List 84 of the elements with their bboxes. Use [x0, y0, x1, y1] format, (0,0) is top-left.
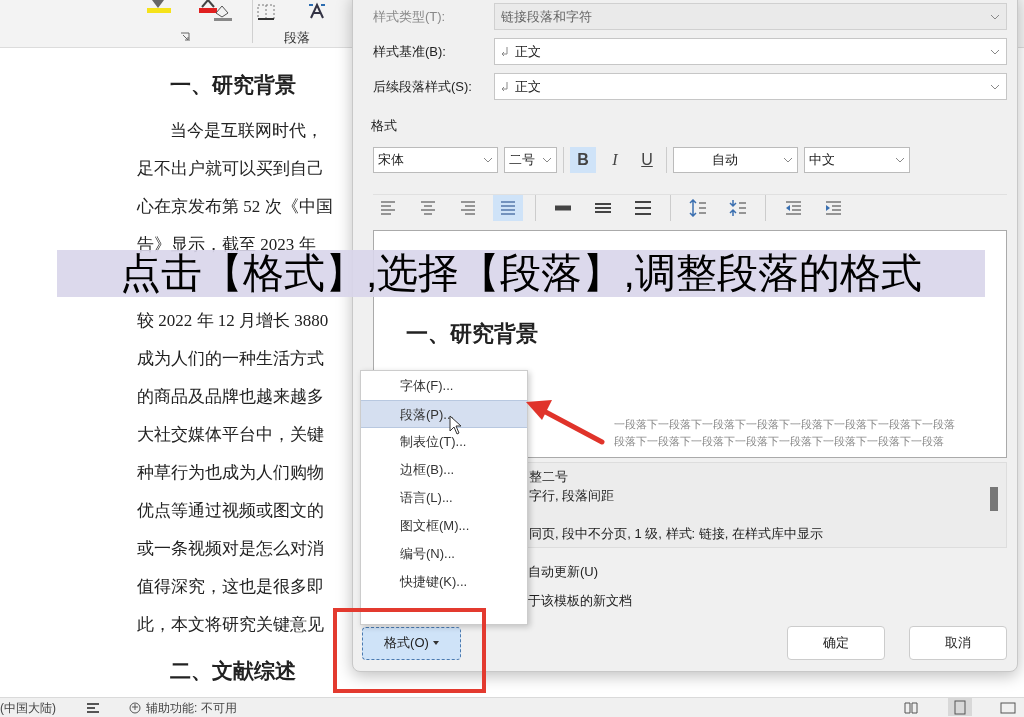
preview-sample-text: 段落下一段落下一段落下一段落下一段落下一段落下一段落下一段落	[614, 433, 945, 449]
style-description-text: 同页, 段中不分页, 1 级, 样式: 链接, 在样式库中显示	[529, 524, 823, 543]
section-heading: 二、文献综述	[169, 658, 297, 685]
body-text-line: 心在京发布第 52 次《中国	[137, 196, 333, 218]
text-direction-icon[interactable]	[306, 2, 328, 20]
web-layout-icon[interactable]	[1000, 702, 1016, 714]
chevron-icon	[895, 156, 905, 163]
style-description-text: 整二号	[529, 467, 569, 486]
section-label: 格式	[371, 117, 397, 135]
menu-item[interactable]: 字体(F)...	[361, 372, 527, 400]
font-color-icon[interactable]	[198, 0, 218, 14]
ribbon-group-label: 段落	[284, 29, 310, 47]
body-text-line: 值得深究，这也是很多即	[137, 576, 325, 598]
body-text-line: 此，本文将研究关键意见	[137, 614, 325, 636]
dialog-launcher-icon[interactable]	[180, 32, 190, 42]
paragraph-mark-icon	[501, 81, 509, 92]
align-left-icon	[379, 199, 397, 217]
body-text-line: 的商品及品牌也越来越多	[137, 386, 325, 408]
print-layout-icon[interactable]	[948, 698, 972, 716]
italic-button[interactable]: I	[602, 146, 628, 173]
option-label: 自动更新(U)	[528, 562, 600, 581]
accessibility-icon[interactable]	[128, 700, 142, 715]
chevron-icon	[483, 156, 493, 163]
preview-heading: 一、研究背景	[406, 319, 538, 348]
style-description-text: 字行, 段落间距	[529, 486, 616, 505]
section-heading: 一、研究背景	[169, 72, 297, 99]
justify-icon	[499, 199, 517, 217]
chevron-icon	[990, 83, 1000, 90]
paragraph-mark-icon	[501, 46, 509, 57]
read-mode-icon[interactable]	[904, 702, 918, 714]
chevron-icon	[783, 156, 793, 163]
bold-button[interactable]: B	[570, 146, 596, 173]
font-select[interactable]: 宋体	[373, 146, 498, 173]
decrease-indent-icon	[784, 199, 802, 217]
subtitle-caption: 点击【格式】,选择【段落】,调整段落的格式	[120, 253, 922, 294]
body-text-line: 当今是互联网时代，	[169, 120, 324, 142]
cancel-button[interactable]: 取消	[909, 626, 1007, 660]
style-select[interactable]: 正文	[494, 38, 1007, 65]
decrease-spacing-icon	[729, 199, 747, 217]
script-select[interactable]: 中文	[804, 146, 910, 173]
chevron-icon	[990, 13, 1000, 20]
document-icon[interactable]	[86, 701, 100, 714]
preview-sample-text: 一段落下一段落下一段落下一段落下一段落下一段落下一段落下一段落	[614, 416, 955, 432]
caret-icon	[432, 641, 439, 645]
language-status[interactable]: (中国大陆)	[0, 698, 56, 717]
body-text-line: 告》显示，截至 2023 年	[137, 234, 316, 254]
menu-item[interactable]: 语言(L)...	[361, 484, 527, 512]
option-label: 于该模板的新文档	[528, 591, 633, 610]
body-text-line: 优点等通过视频或图文的	[137, 500, 325, 522]
menu-item[interactable]: 快捷键(K)...	[361, 568, 527, 596]
double-spacing-icon	[634, 199, 652, 217]
body-text-line: 成为人们的一种生活方式	[137, 348, 325, 370]
ok-button[interactable]: 确定	[787, 626, 885, 660]
body-text-line: 较 2022 年 12 月增长 3880	[137, 310, 330, 332]
chevron-icon	[542, 156, 552, 163]
increase-spacing-icon	[689, 199, 707, 217]
shading-icon[interactable]	[212, 3, 234, 21]
align-center-icon	[419, 199, 437, 217]
field-label: 样式基准(B):	[373, 42, 447, 61]
chevron-icon	[990, 48, 1000, 55]
body-text-line: 足不出户就可以买到自己	[137, 158, 325, 180]
increase-indent-icon	[824, 199, 842, 217]
borders-icon[interactable]	[256, 3, 276, 21]
body-text-line: 种草行为也成为人们购物	[137, 462, 325, 484]
menu-item[interactable]: 图文框(M)...	[361, 512, 527, 540]
format-dropdown-button[interactable]: 格式(O)	[362, 626, 461, 660]
single-spacing-icon	[554, 205, 572, 211]
size-select[interactable]: 二号	[504, 146, 557, 173]
field-label: 样式类型(T):	[373, 7, 447, 26]
menu-item[interactable]: 制表位(T)...	[361, 428, 527, 456]
font-color-select[interactable]: 自动	[673, 146, 798, 173]
underline-button[interactable]: U	[634, 146, 660, 173]
body-text-line: 大社交媒体平台中，关键	[137, 424, 325, 446]
align-right-icon	[459, 199, 477, 217]
body-text-line: 或一条视频对是怎么对消	[137, 538, 325, 560]
justify-button[interactable]	[493, 195, 523, 221]
menu-item[interactable]: 编号(N)...	[361, 540, 527, 568]
scrollbar-thumb[interactable]	[990, 486, 998, 511]
field-label: 后续段落样式(S):	[373, 77, 473, 96]
menu-item[interactable]: 边框(B)...	[361, 456, 527, 484]
accessibility-status[interactable]: 辅助功能: 不可用	[146, 698, 237, 717]
menu-item[interactable]: 段落(P)...	[361, 400, 527, 428]
highlighter-icon[interactable]	[146, 0, 172, 14]
style-select[interactable]: 正文	[494, 73, 1007, 100]
